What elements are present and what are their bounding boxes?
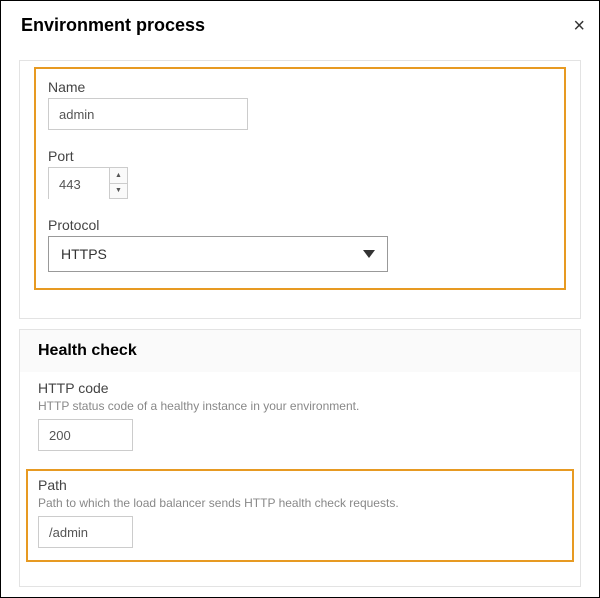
http-code-field: HTTP code HTTP status code of a healthy … <box>38 380 562 451</box>
healthcheck-panel: Health check HTTP code HTTP status code … <box>19 329 581 587</box>
process-panel: Name Port ▲ ▼ <box>19 60 581 319</box>
process-fields-highlight: Name Port ▲ ▼ <box>34 67 566 290</box>
port-spinners: ▲ ▼ <box>109 168 127 198</box>
port-input[interactable] <box>49 168 109 200</box>
http-code-label: HTTP code <box>38 380 562 396</box>
dialog-header: Environment process × <box>1 1 599 50</box>
dialog-scroll-area[interactable]: Environment process × Name Port <box>1 1 599 597</box>
name-field: Name <box>48 79 552 130</box>
healthcheck-header: Health check <box>20 330 580 372</box>
path-help: Path to which the load balancer sends HT… <box>38 496 562 510</box>
path-input[interactable] <box>38 516 133 548</box>
name-label: Name <box>48 79 552 95</box>
close-icon[interactable]: × <box>573 16 585 36</box>
path-field: Path Path to which the load balancer sen… <box>38 477 562 548</box>
dialog-title: Environment process <box>21 15 205 36</box>
protocol-label: Protocol <box>48 217 552 233</box>
healthcheck-title: Health check <box>38 342 562 360</box>
protocol-value: HTTPS <box>61 246 107 262</box>
http-code-input[interactable] <box>38 419 133 451</box>
port-input-wrap: ▲ ▼ <box>48 167 128 199</box>
http-code-help: HTTP status code of a healthy instance i… <box>38 399 562 413</box>
protocol-select[interactable]: HTTPS <box>48 236 388 272</box>
port-step-up-icon[interactable]: ▲ <box>110 168 127 184</box>
path-highlight: Path Path to which the load balancer sen… <box>26 469 574 562</box>
port-step-down-icon[interactable]: ▼ <box>110 184 127 199</box>
port-field: Port ▲ ▼ <box>48 148 552 199</box>
chevron-down-icon <box>363 250 375 258</box>
name-input[interactable] <box>48 98 248 130</box>
protocol-field: Protocol HTTPS <box>48 217 552 272</box>
port-label: Port <box>48 148 552 164</box>
path-label: Path <box>38 477 562 493</box>
